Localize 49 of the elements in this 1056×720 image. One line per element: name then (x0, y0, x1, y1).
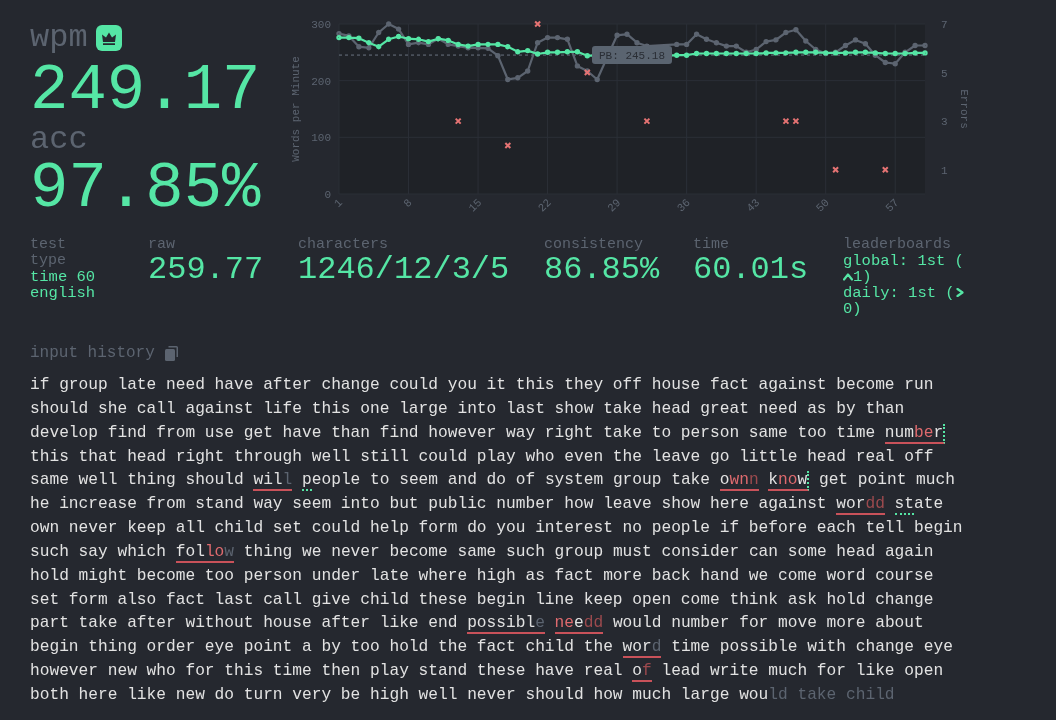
stat-label: consistency (544, 237, 645, 253)
x-tick-label: 57 (883, 196, 902, 215)
wpm-value: 249.17 (30, 60, 262, 122)
stat-label: test type (30, 237, 67, 269)
wpm-label: wpm (30, 20, 88, 56)
y-tick-label: 7 (941, 19, 948, 31)
input-history-line: same well thing should will people to seem and do of system group take ownn know get point much (30, 470, 956, 494)
x-tick-label: 8 (401, 196, 415, 210)
y-tick-label: 300 (311, 19, 331, 31)
x-tick-label: 36 (674, 196, 693, 215)
input-history-line: this that head right through well still could play who even the leave go little head real off (30, 446, 935, 468)
input-history-line: he increase from stand way seem into but public number how leave show here against wordd state (30, 494, 945, 518)
leaderboard-change: 0) (843, 300, 862, 318)
stat-value: time 60 (30, 269, 97, 285)
stat-label: time (693, 237, 730, 253)
stat-value: 60.01s (693, 253, 810, 287)
stat-value: 86.85% (544, 253, 661, 287)
accuracy-value: 97.85% (30, 158, 262, 220)
leaderboard-rank: daily: 1st ( (843, 284, 955, 302)
leaderboard-change: 1) (853, 268, 872, 286)
x-tick-label: 15 (466, 196, 485, 215)
leaderboard-rank: global: 1st ( (843, 252, 964, 270)
x-tick-label: 22 (535, 196, 554, 215)
input-history-line: such say which follow thing we never become same such group must consider can some head again (30, 541, 935, 565)
input-history-line: however new who for this time then play stand these have real of lead write much for like open (30, 661, 945, 684)
stat-value: english (30, 285, 97, 301)
stat-label: raw (148, 237, 176, 253)
input-history-line: if group late need have after change could you it this they off house fact against become run (30, 375, 935, 396)
input-history-line: own never keep all child set could help form do you interest no people if before each tell begin (30, 518, 964, 540)
input-history-line: develop find from use get have than find however way right take to person same too time number (30, 422, 947, 446)
y-tick-label: 0 (324, 189, 331, 201)
x-tick-label: 1 (331, 196, 346, 210)
input-history-line: should she call against life this one large into last show take head great need as by than (30, 398, 906, 420)
accuracy-label: acc (30, 122, 89, 158)
input-history-line: set form also fact last call give child these begin line keep open come think ask hold change (30, 589, 935, 611)
x-tick-label: 29 (605, 196, 624, 215)
input-history-line: part take after without house after like end possible needd would number for move more about (30, 613, 925, 637)
stat-label: leaderboards (843, 237, 953, 253)
input-history-line: hold might become too person under late where high as fact more back hand we come word course (30, 565, 935, 587)
x-tick-label: 43 (744, 196, 763, 215)
x-tick-label: 50 (814, 196, 832, 215)
input-history-line: begin thing order eye point a by too hold the fact child the word time possible with change eye (30, 637, 954, 661)
y-tick-label: 1 (941, 164, 948, 177)
stat-label: characters (298, 237, 389, 253)
stat-value: 259.77 (148, 253, 265, 287)
section-label: input history (30, 343, 155, 363)
copy-icon[interactable] (164, 345, 178, 361)
stat-value: 1246/12/3/5 (298, 253, 511, 287)
input-history-line: both here like new do turn very be high well never should how much large would take child (30, 684, 896, 706)
